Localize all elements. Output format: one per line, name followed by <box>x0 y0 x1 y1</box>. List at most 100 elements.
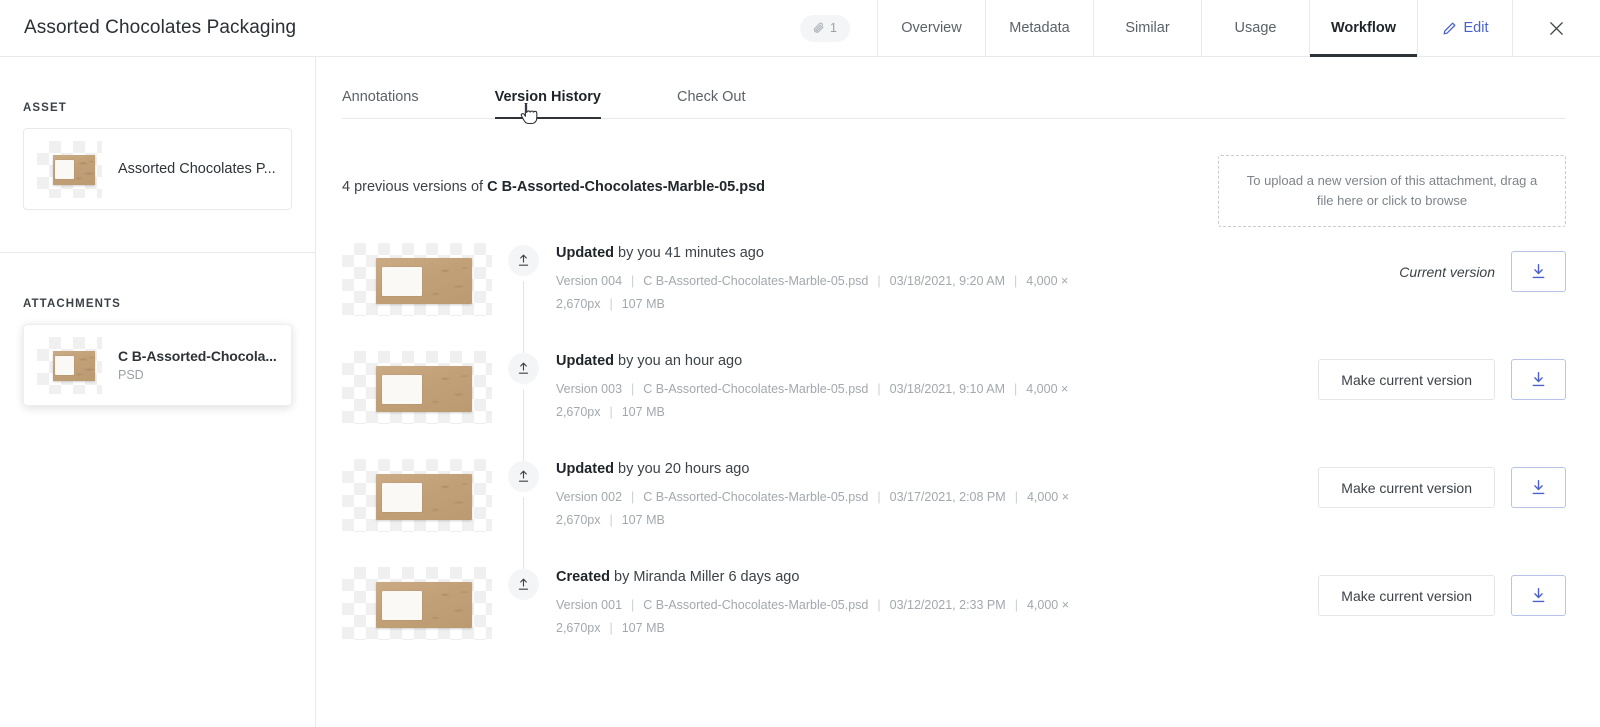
make-current-version-button[interactable]: Make current version <box>1318 359 1495 401</box>
version-thumbnail[interactable] <box>342 243 492 317</box>
upload-icon <box>516 253 531 268</box>
current-version-label: Current version <box>1399 263 1495 280</box>
tab-similar[interactable]: Similar <box>1093 0 1201 56</box>
version-summary-prefix: 4 previous versions of <box>342 179 488 195</box>
asset-name: Assorted Chocolates P... <box>118 161 276 177</box>
version-filename: C B-Assorted-Chocolates-Marble-05.psd <box>643 490 869 505</box>
tab-metadata[interactable]: Metadata <box>985 0 1093 56</box>
edit-button[interactable]: Edit <box>1417 0 1512 56</box>
meta-separator: | <box>609 297 613 312</box>
meta-separator: | <box>1014 490 1018 505</box>
meta-separator: | <box>877 382 881 397</box>
bar-label-graphic <box>55 159 74 179</box>
tab-usage[interactable]: Usage <box>1201 0 1309 56</box>
attachment-thumbnail <box>37 336 102 394</box>
tab-workflow[interactable]: Workflow <box>1309 0 1417 57</box>
version-row: Created by Miranda Miller 6 days ago Ver… <box>342 565 1566 673</box>
download-button[interactable] <box>1511 251 1566 293</box>
version-timeline <box>492 565 556 673</box>
meta-separator: | <box>609 513 613 528</box>
top-bar: Assorted Chocolates Packaging 1 Overview… <box>0 0 1600 57</box>
page-title: Assorted Chocolates Packaging <box>24 17 297 38</box>
download-button[interactable] <box>1511 575 1566 617</box>
version-meta: Version 004 | C B-Assorted-Chocolates-Marb… <box>556 270 1116 316</box>
version-size: 107 MB <box>621 297 665 312</box>
close-icon <box>1548 20 1565 37</box>
bar-label-graphic <box>382 591 422 621</box>
upload-badge <box>508 461 539 493</box>
subtab-annotations[interactable]: Annotations <box>342 89 419 119</box>
upload-badge <box>508 569 539 601</box>
version-meta: Version 002 | C B-Assorted-Chocolates-Marb… <box>556 486 1116 532</box>
meta-separator: | <box>877 274 881 289</box>
version-title: Updated by you 41 minutes ago <box>556 245 1116 261</box>
version-thumbnail[interactable] <box>342 459 492 533</box>
timeline-connector <box>523 497 524 572</box>
upload-badge <box>508 245 539 277</box>
upload-icon <box>516 577 531 592</box>
chocolate-bar-graphic <box>376 258 472 305</box>
version-action: Updated <box>556 353 614 370</box>
main-tabs: Overview Metadata Similar Usage Workflow… <box>877 0 1600 57</box>
asset-section-label: ASSET <box>23 102 67 114</box>
version-number: Version 001 <box>556 598 623 613</box>
version-row: Updated by you an hour ago Version 003 | C… <box>342 349 1566 464</box>
meta-separator: | <box>631 274 635 289</box>
version-size: 107 MB <box>621 513 665 528</box>
close-button[interactable] <box>1512 0 1600 56</box>
version-thumbnail[interactable] <box>342 567 492 641</box>
upload-dropzone[interactable]: To upload a new version of this attachme… <box>1218 155 1566 228</box>
version-date: 03/18/2021, 9:20 AM <box>889 274 1005 289</box>
version-thumbnail[interactable] <box>342 351 492 425</box>
meta-separator: | <box>1014 274 1018 289</box>
version-number: Version 004 <box>556 274 623 289</box>
download-icon <box>1529 478 1548 497</box>
download-button[interactable] <box>1511 359 1566 401</box>
sub-tabs: Annotations Version History Check Out <box>316 57 1600 119</box>
version-filename: C B-Assorted-Chocolates-Marble-05.psd <box>643 598 869 613</box>
body-wrapper: ASSET Assorted Chocolates P... ATTACHMEN… <box>0 57 1600 727</box>
version-actions: Make current version <box>1318 565 1566 617</box>
tab-overview[interactable]: Overview <box>877 0 985 56</box>
version-info: Updated by you 20 hours ago Version 002 |… <box>556 457 1116 532</box>
meta-separator: | <box>609 621 613 636</box>
attachment-count-badge[interactable]: 1 <box>800 14 850 42</box>
edit-label: Edit <box>1463 20 1489 36</box>
attachment-count: 1 <box>830 21 837 35</box>
version-filename: C B-Assorted-Chocolates-Marble-05.psd <box>643 382 869 397</box>
version-history-header: 4 previous versions of C B-Assorted-Choc… <box>316 119 1600 228</box>
version-actions: Make current version <box>1318 457 1566 509</box>
upload-icon <box>516 469 531 484</box>
version-summary: 4 previous versions of C B-Assorted-Choc… <box>342 155 765 195</box>
sidebar-attachment-card[interactable]: C B-Assorted-Chocola... PSD <box>23 324 292 406</box>
bar-label-graphic <box>382 267 422 297</box>
meta-separator: | <box>1014 598 1018 613</box>
version-list: Updated by you 41 minutes ago Version 00… <box>316 227 1600 673</box>
download-icon <box>1529 586 1548 605</box>
subtab-version-history[interactable]: Version History <box>494 89 602 119</box>
subtab-check-out[interactable]: Check Out <box>677 89 746 119</box>
version-number: Version 002 <box>556 490 623 505</box>
version-info: Updated by you an hour ago Version 003 | C… <box>556 349 1116 424</box>
sidebar: ASSET Assorted Chocolates P... ATTACHMEN… <box>0 57 316 727</box>
asset-section: ASSET Assorted Chocolates P... <box>0 57 315 210</box>
version-date: 03/17/2021, 2:08 PM <box>889 490 1006 505</box>
meta-separator: | <box>631 490 635 505</box>
upload-icon <box>516 361 531 376</box>
version-title: Created by Miranda Miller 6 days ago <box>556 569 1116 585</box>
make-current-version-button[interactable]: Make current version <box>1318 467 1495 509</box>
version-timeline <box>492 457 556 572</box>
version-filename: C B-Assorted-Chocolates-Marble-05.psd <box>643 274 869 289</box>
bar-label-graphic <box>382 375 422 405</box>
version-date: 03/18/2021, 9:10 AM <box>889 382 1005 397</box>
attachment-name: C B-Assorted-Chocola... <box>118 348 277 364</box>
download-button[interactable] <box>1511 467 1566 509</box>
sidebar-asset-card[interactable]: Assorted Chocolates P... <box>23 128 292 210</box>
chocolate-bar-graphic <box>376 582 472 629</box>
bar-label-graphic <box>55 355 74 375</box>
make-current-version-button[interactable]: Make current version <box>1318 575 1495 617</box>
timeline-connector <box>523 389 524 464</box>
attachment-card-text: C B-Assorted-Chocola... PSD <box>118 348 277 382</box>
pencil-icon <box>1442 21 1457 36</box>
